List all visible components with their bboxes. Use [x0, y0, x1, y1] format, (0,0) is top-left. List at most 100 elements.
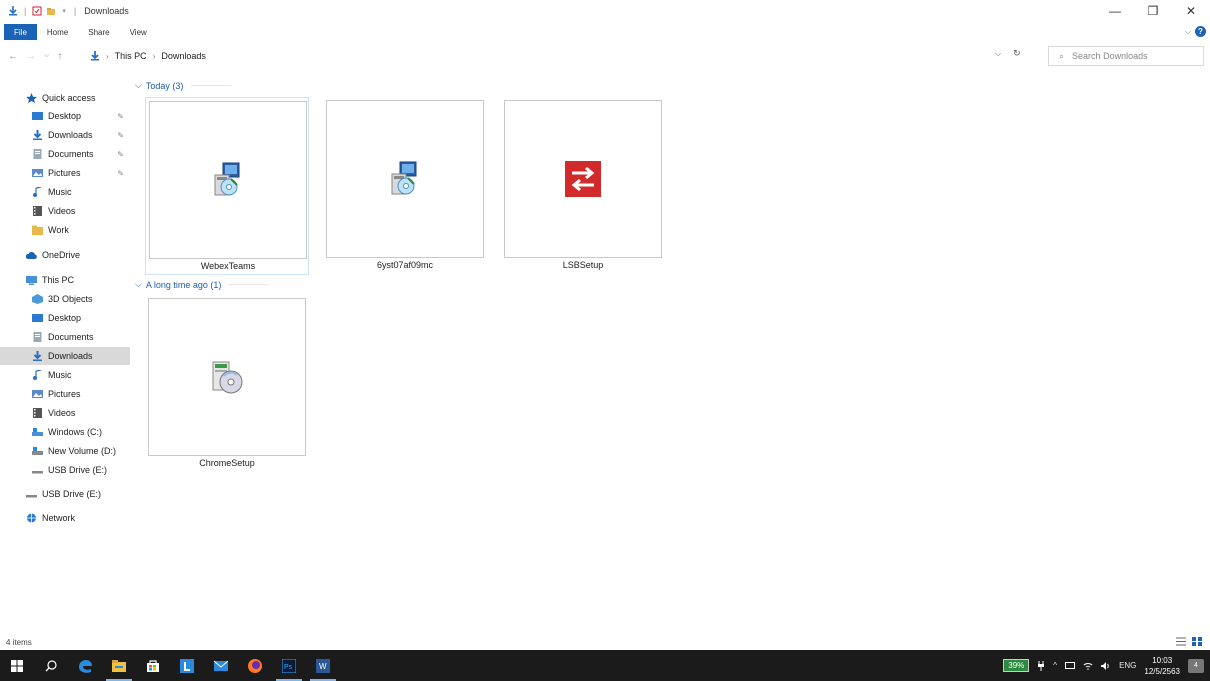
file-tile-webexteams[interactable]: WebexTeams	[145, 97, 309, 275]
large-icons-view-icon[interactable]	[1192, 637, 1202, 646]
taskbar-edge-button[interactable]	[68, 650, 102, 681]
nav-item-label: 3D Objects	[48, 294, 93, 304]
show-hidden-icons-icon[interactable]: ^	[1053, 661, 1057, 670]
taskbar-store-button[interactable]	[136, 650, 170, 681]
nav-item-videos[interactable]: Videos	[0, 202, 130, 220]
nav-item-downloads[interactable]: Downloads ✎	[0, 126, 130, 144]
taskbar-search-button[interactable]	[34, 650, 68, 681]
new-folder-icon[interactable]	[46, 6, 56, 16]
notifications-icon[interactable]: 4	[1188, 658, 1204, 673]
taskbar-mail-button[interactable]	[204, 650, 238, 681]
group-header-today[interactable]: ⌵ Today (3)	[135, 80, 232, 91]
nav-item-3d-objects[interactable]: 3D Objects	[0, 290, 130, 308]
power-plug-icon[interactable]	[1037, 660, 1045, 671]
taskbar-l-app-button[interactable]	[170, 650, 204, 681]
nav-item-label: Downloads	[48, 351, 93, 361]
nav-item-music[interactable]: Music	[0, 366, 130, 384]
nav-item-desktop[interactable]: Desktop	[0, 309, 130, 327]
taskbar-file-explorer-button[interactable]	[102, 650, 136, 681]
start-button[interactable]	[0, 650, 34, 681]
nav-item-label: Work	[48, 225, 69, 235]
taskbar-word-button[interactable]: W	[306, 650, 340, 681]
tab-home[interactable]: Home	[37, 24, 78, 40]
details-view-icon[interactable]	[1176, 637, 1186, 646]
music-icon	[33, 187, 42, 197]
close-button[interactable]: ✕	[1172, 0, 1210, 22]
nav-item-usb-drive-e[interactable]: USB Drive (E:)	[0, 485, 130, 503]
file-name: LSBSetup	[562, 260, 604, 270]
nav-item-label: Desktop	[48, 313, 82, 323]
battery-indicator[interactable]: 39%	[1003, 659, 1030, 672]
search-input[interactable]: Search Downloads	[1072, 51, 1148, 61]
toolbar-separator: |	[24, 6, 27, 16]
tab-share[interactable]: Share	[78, 24, 119, 40]
recent-locations-icon[interactable]: ⌵	[44, 52, 49, 60]
address-dropdown-icon[interactable]: ⌵	[995, 49, 1001, 59]
nav-item-this-pc[interactable]: This PC	[0, 271, 130, 289]
nav-item-label: Documents	[48, 149, 94, 159]
input-language[interactable]: ENG	[1119, 661, 1136, 670]
customize-dropdown-icon[interactable]: ▾	[62, 7, 66, 15]
file-tile-6yst07af09mc[interactable]: 6yst07af09mc	[323, 97, 487, 275]
clock[interactable]: 10:03 12/5/2563	[1144, 655, 1180, 677]
nav-item-pictures[interactable]: Pictures ✎	[0, 164, 130, 182]
collapse-chevron-icon[interactable]: ⌵	[135, 279, 142, 290]
nav-item-music[interactable]: Music	[0, 183, 130, 201]
file-thumbnail	[148, 298, 306, 456]
taskbar-firefox-button[interactable]	[238, 650, 272, 681]
nav-item-new-volume-d[interactable]: New Volume (D:)	[0, 442, 130, 460]
nav-item-usb-drive-e[interactable]: USB Drive (E:)	[0, 461, 130, 479]
nav-item-windows-c[interactable]: Windows (C:)	[0, 423, 130, 441]
address-breadcrumb[interactable]: › This PC › Downloads	[90, 46, 1040, 66]
volume-icon[interactable]	[1101, 661, 1111, 670]
download-icon	[33, 130, 42, 140]
usb-drive-icon	[32, 471, 43, 474]
breadcrumb-chevron-icon[interactable]: ›	[106, 52, 109, 61]
search-box[interactable]: ⌕ Search Downloads	[1048, 46, 1204, 66]
file-name: 6yst07af09mc	[376, 260, 434, 270]
nav-item-desktop[interactable]: Desktop ✎	[0, 107, 130, 125]
nav-item-quick-access[interactable]: Quick access	[0, 89, 130, 107]
file-thumbnail	[149, 101, 307, 259]
nav-item-work[interactable]: Work	[0, 221, 130, 239]
taskbar-photoshop-button[interactable]: Ps	[272, 650, 306, 681]
breadcrumb-chevron-icon[interactable]: ›	[153, 52, 156, 61]
ribbon-help: ⌵ ?	[1185, 26, 1206, 37]
file-tile-lsbsetup[interactable]: LSBSetup	[501, 97, 665, 275]
nav-item-documents[interactable]: Documents	[0, 328, 130, 346]
display-icon[interactable]	[1065, 661, 1076, 670]
pin-icon[interactable]: ✎	[117, 150, 124, 159]
setup-disc-icon	[212, 361, 243, 394]
expand-ribbon-icon[interactable]: ⌵	[1185, 27, 1191, 37]
tab-view[interactable]: View	[120, 24, 157, 40]
nav-item-label: Pictures	[48, 389, 81, 399]
maximize-button[interactable]: ❐	[1134, 0, 1172, 22]
nav-item-onedrive[interactable]: OneDrive	[0, 246, 130, 264]
wifi-icon[interactable]	[1083, 662, 1093, 670]
pin-icon[interactable]: ✎	[117, 169, 124, 178]
up-arrow-icon[interactable]: ↑	[57, 51, 62, 62]
group-divider	[191, 85, 232, 86]
nav-item-downloads[interactable]: Downloads	[0, 347, 130, 365]
help-icon[interactable]: ?	[1195, 26, 1206, 37]
back-arrow-icon[interactable]: ←	[8, 51, 18, 62]
pin-icon[interactable]: ✎	[117, 112, 124, 121]
tab-file[interactable]: File	[4, 24, 37, 40]
download-arrow-icon[interactable]	[8, 6, 18, 16]
svg-text:W: W	[319, 662, 327, 671]
collapse-chevron-icon[interactable]: ⌵	[135, 80, 142, 91]
forward-arrow-icon[interactable]: →	[26, 51, 36, 62]
nav-item-network[interactable]: Network	[0, 509, 130, 527]
pin-icon[interactable]: ✎	[117, 131, 124, 140]
refresh-icon[interactable]: ↻	[1013, 48, 1021, 59]
nav-item-documents[interactable]: Documents ✎	[0, 145, 130, 163]
search-icon	[45, 659, 57, 671]
breadcrumb-downloads[interactable]: Downloads	[161, 51, 206, 61]
breadcrumb-this-pc[interactable]: This PC	[115, 51, 147, 61]
file-tile-chromesetup[interactable]: ChromeSetup	[145, 295, 309, 473]
nav-item-pictures[interactable]: Pictures	[0, 385, 130, 403]
properties-icon[interactable]	[32, 6, 42, 16]
minimize-button[interactable]: —	[1096, 0, 1134, 22]
nav-item-videos[interactable]: Videos	[0, 404, 130, 422]
group-header-long-time-ago[interactable]: ⌵ A long time ago (1)	[135, 279, 270, 290]
